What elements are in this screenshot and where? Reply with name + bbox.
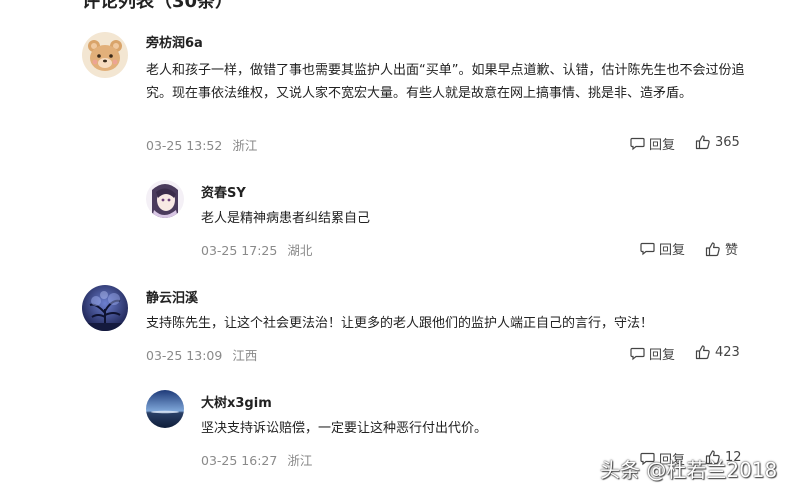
comment-meta: 03-25 16:27 浙江: [201, 450, 312, 469]
comment-username[interactable]: 大树x3gim: [201, 392, 272, 411]
like-button[interactable]: 赞: [705, 239, 738, 258]
reply-label: 回复: [659, 243, 686, 258]
bear-avatar-icon[interactable]: [82, 32, 128, 78]
comment-time: 03-25 13:09: [146, 348, 223, 363]
comment-username[interactable]: 静云汨溪: [146, 287, 198, 306]
comment-location: 江西: [232, 348, 258, 363]
comment-username[interactable]: 旁枋润6a: [146, 32, 203, 51]
comment-meta: 03-25 13:09 江西: [146, 345, 257, 364]
anime-avatar-icon[interactable]: [146, 180, 184, 218]
comment-bubble-icon: [630, 347, 645, 361]
like-button[interactable]: 423: [695, 344, 740, 360]
comment-bubble-icon: [630, 137, 645, 151]
comment-meta: 03-25 17:25 湖北: [201, 240, 312, 259]
comment-location: 湖北: [287, 243, 313, 258]
thumbs-up-icon: [695, 345, 710, 360]
thumbs-up-icon: [705, 241, 720, 256]
night-tree-avatar-icon[interactable]: [82, 285, 128, 331]
comment-time: 03-25 13:52: [146, 138, 223, 153]
comment-list-title: 评论列表（30条）: [82, 0, 234, 12]
comment-location: 浙江: [287, 453, 313, 468]
comment-text: 支持陈先生，让这个社会更法治！让更多的老人跟他们的监护人端正自己的言行，守法！: [146, 316, 654, 331]
comment-location: 浙江: [232, 138, 258, 153]
comment-text: 老人和孩子一样，做错了事也需要其监护人出面“买单”。如果早点道歉、认错，估计陈先…: [146, 63, 745, 101]
like-label: 赞: [725, 243, 739, 258]
comment-time: 03-25 16:27: [201, 453, 278, 468]
comment-bubble-icon: [640, 242, 655, 256]
comment-time: 03-25 17:25: [201, 243, 278, 258]
reply-label: 回复: [649, 348, 676, 363]
comment-meta: 03-25 13:52 浙江: [146, 135, 257, 154]
comment-text: 坚决支持诉讼赔偿，一定要让这种恶行付出代价。: [201, 421, 488, 436]
comment-text: 老人是精神病患者纠结累自己: [201, 211, 371, 226]
comment-username[interactable]: 资春SY: [201, 182, 246, 201]
reply-button[interactable]: 回复: [630, 134, 675, 153]
like-count: 423: [715, 344, 740, 360]
lake-avatar-icon[interactable]: [146, 390, 184, 428]
reply-label: 回复: [649, 138, 676, 153]
reply-button[interactable]: 回复: [640, 239, 685, 258]
reply-button[interactable]: 回复: [630, 344, 675, 363]
thumbs-up-icon: [695, 135, 710, 150]
like-button[interactable]: 365: [695, 134, 740, 150]
watermark-text: 头条 @杜若兰2018: [600, 458, 778, 482]
like-count: 365: [715, 134, 740, 150]
